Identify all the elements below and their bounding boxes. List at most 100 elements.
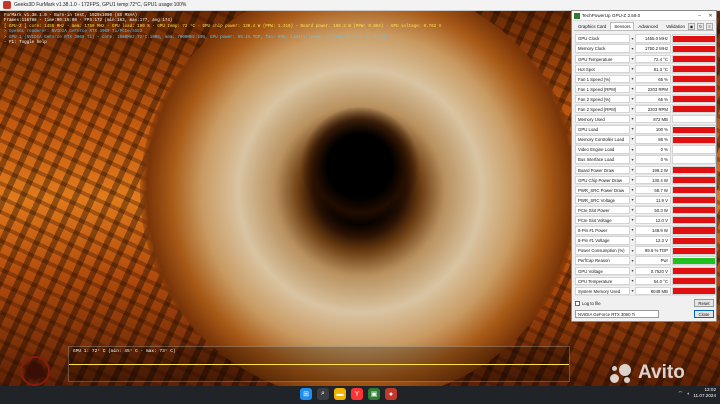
sensor-graph-fill [673,257,715,264]
sensor-graph [672,115,716,124]
network-icon[interactable]: ◠ [679,390,683,396]
sensor-value: 68.7 W [635,185,671,195]
sensor-row: 8-Pin #1 Power ▼ 148.9 W [575,226,716,236]
tab-advanced[interactable]: Advanced [634,22,662,30]
sensor-value: 72.4 °C [635,54,671,63]
sensor-value: 199.2 W [635,165,671,174]
sensor-label: Fan 1 Speed (%) [575,74,630,84]
avito-logo-icon [610,362,634,384]
sensor-value: 0.7620 V [635,266,671,275]
sensor-graph-fill [673,207,715,214]
sensor-label: GPU Voltage [575,266,630,275]
clock[interactable]: 13:02 11.07.2024 [693,387,716,399]
sensor-row: PWR_SRC Voltage ▼ 11.9 V [575,195,716,206]
sensor-row: CPU Temperature ▼ 54.0 °C [575,276,716,287]
menu-icon[interactable]: ≡ [706,23,713,30]
gpuz-window: TechPowerUp GPU-Z 2.59.0 – ✕ Graphics Ca… [571,10,717,322]
sensor-graph [672,276,716,285]
clock-date: 11.07.2024 [693,393,716,398]
sensor-row: Fan 1 Speed (%) ▼ 65 % [575,74,716,85]
sensor-graph-fill [673,76,715,83]
sensor-graph-fill [673,197,715,204]
sensor-row: PerfCap Reason ▼ Pwr [575,256,716,267]
sensor-graph [672,54,716,63]
sensor-graph-fill [673,96,715,103]
sensor-graph-fill [673,65,715,72]
sensor-graph [672,94,716,104]
sensor-graph [672,84,716,94]
sensor-label: Power Consumption (%) [575,246,630,255]
sensor-graph [672,236,716,245]
volume-icon[interactable]: ◖ [687,391,690,396]
sensor-list: GPU Clock ▼ 1455.0 MHz Memory Clock ▼ 1750.2 … [575,34,716,297]
sensor-value: 12.3 V [635,236,671,245]
search-icon[interactable]: ⌕ [317,388,329,400]
reset-button[interactable]: Reset [694,299,714,307]
avito-watermark: Avito [610,362,685,384]
sensor-label: System Memory Used [575,286,630,296]
sensor-graph [672,226,716,235]
sensor-graph-fill [673,45,715,52]
desktop-screen: Geeks3D FurMark v1.38.1.0 - 172FPS, GPU1… [0,0,720,404]
sensor-row: GPU Temperature ▼ 72.4 °C [575,54,716,65]
sensor-value: 12.0 V [635,216,671,225]
osd-line-help: - F1: Toggle help [4,41,47,46]
taskbar-apps: ⊞ ⌕ ▬ Y ▣ ● [300,388,397,400]
minimize-button[interactable]: – [694,11,705,21]
sensor-graph [672,216,716,225]
sensor-value: 50.3 W [635,205,671,215]
sensor-graph-fill [673,55,715,62]
sensor-value: Pwr [635,256,671,265]
gpuz-toolbar: ◉ ↻ ≡ [688,23,713,30]
gpuz-titlebar[interactable]: TechPowerUp GPU-Z 2.59.0 – ✕ [572,11,716,21]
temperature-graph-line [69,364,569,365]
sensor-label: Memory Clock [575,44,630,53]
sensor-row: GPU Clock ▼ 1455.0 MHz [575,34,716,45]
sensor-label: GPU Clock [575,34,630,43]
sensor-row: Memory Clock ▼ 1750.2 MHz [575,44,716,55]
sensor-label: Bus Interface Load [575,155,630,164]
tab-sensors[interactable]: Sensors [610,22,635,30]
sensor-value: 100 % [635,125,671,134]
camera-icon[interactable]: ◉ [688,23,695,30]
log-to-file-label: Log to file [582,300,601,306]
sensor-label: GPU Load [575,125,630,134]
sensor-graph [672,185,716,195]
yandex-browser-icon[interactable]: Y [351,388,363,400]
gpuz-app-icon [574,12,580,19]
sensor-value: 148.9 W [635,226,671,235]
sensor-graph [672,74,716,84]
close-window-button[interactable]: ✕ [705,11,716,21]
sensor-row: Board Power Draw ▼ 199.2 W [575,165,716,176]
sensor-value: 11.9 V [635,195,671,205]
windows-start-icon[interactable]: ⊞ [300,388,312,400]
sensor-graph [672,145,716,154]
sensor-value: 0 % [635,155,671,164]
sensor-graph [672,165,716,174]
sensor-graph [672,34,716,43]
tab-validation[interactable]: Validation [662,22,689,30]
sensor-row: 8-Pin #1 Voltage ▼ 12.3 V [575,236,716,246]
sensor-value: 2203 RPM [635,105,671,114]
file-explorer-icon[interactable]: ▬ [334,388,346,400]
sensor-graph [672,256,716,265]
close-button[interactable]: Close [694,310,714,318]
sensor-row: Fan 2 Speed (%) ▼ 65 % [575,94,716,105]
furmark-icon[interactable]: ● [385,388,397,400]
sensor-label: PWR_SRC Voltage [575,195,630,205]
sensor-graph-fill [673,237,715,244]
sensor-row: GPU Load ▼ 100 % [575,125,716,135]
sensor-label: PCIe Slot Voltage [575,216,630,225]
sensor-value: 81.3 °C [635,64,671,74]
refresh-icon[interactable]: ↻ [697,23,704,30]
gpu-select-dropdown[interactable]: NVIDIA GeForce RTX 3060 Ti [575,310,659,318]
sensor-value: 65 % [635,74,671,84]
gpu-z-icon[interactable]: ▣ [368,388,380,400]
sensor-label: PCIe Slot Power [575,205,630,215]
sensor-value: 86 % [635,135,671,144]
log-to-file-checkbox[interactable] [575,300,580,306]
sensor-graph-fill [673,121,715,123]
sensor-row: PCIe Slot Voltage ▼ 12.0 V [575,216,716,226]
tab-graphics-card[interactable]: Graphics Card [574,22,610,30]
furmark-logo-icon [20,356,50,386]
